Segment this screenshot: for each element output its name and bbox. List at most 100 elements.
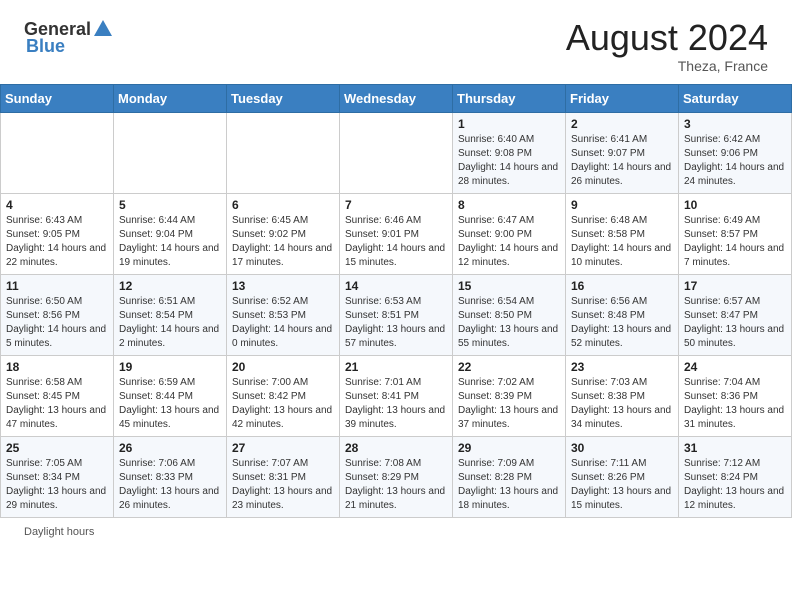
day-info: Sunrise: 6:58 AM Sunset: 8:45 PM Dayligh… — [6, 376, 108, 432]
calendar-cell: 29 Sunrise: 7:09 AM Sunset: 8:28 PM Dayli… — [453, 436, 566, 517]
day-number: 13 — [232, 279, 334, 293]
calendar-cell: 4 Sunrise: 6:43 AM Sunset: 9:05 PM Daylig… — [1, 193, 114, 274]
day-number: 8 — [458, 198, 560, 212]
calendar-cell: 9Sunrise: 6:48 AM Sunset: 8:58 PM Daylig… — [566, 193, 679, 274]
calendar-table: SundayMondayTuesdayWednesdayThursdayFrid… — [0, 84, 792, 518]
calendar-cell: 27Sunrise: 7:07 AM Sunset: 8:31 PM Dayli… — [227, 436, 340, 517]
calendar-cell: 11Sunrise: 6:50 AM Sunset: 8:56 PM Dayli… — [1, 274, 114, 355]
day-info: Sunrise: 7:02 AM Sunset: 8:39 PM Dayligh… — [458, 376, 560, 432]
calendar-day-header-wednesday: Wednesday — [340, 84, 453, 112]
calendar-cell: 12Sunrise: 6:51 AM Sunset: 8:54 PM Dayli… — [114, 274, 227, 355]
day-info: Sunrise: 7:12 AM Sunset: 8:24 PM Dayligh… — [684, 457, 786, 513]
location-subtitle: Theza, France — [566, 58, 768, 74]
calendar-day-header-tuesday: Tuesday — [227, 84, 340, 112]
calendar-cell: 8 Sunrise: 6:47 AM Sunset: 9:00 PM Daylig… — [453, 193, 566, 274]
calendar-cell: 19Sunrise: 6:59 AM Sunset: 8:44 PM Dayli… — [114, 355, 227, 436]
day-info: Sunrise: 7:05 AM Sunset: 8:34 PM Dayligh… — [6, 457, 108, 513]
calendar-cell: 21 Sunrise: 7:01 AM Sunset: 8:41 PM Dayli… — [340, 355, 453, 436]
day-info: Sunrise: 7:08 AM Sunset: 8:29 PM Dayligh… — [345, 457, 447, 513]
day-info: Sunrise: 6:50 AM Sunset: 8:56 PM Dayligh… — [6, 295, 108, 351]
calendar-cell: 7 Sunrise: 6:46 AM Sunset: 9:01 PM Daylig… — [340, 193, 453, 274]
day-number: 16 — [571, 279, 673, 293]
calendar-cell: 26 Sunrise: 7:06 AM Sunset: 8:33 PM Dayli… — [114, 436, 227, 517]
calendar-day-header-thursday: Thursday — [453, 84, 566, 112]
day-number: 19 — [119, 360, 221, 374]
day-number: 7 — [345, 198, 447, 212]
day-number: 23 — [571, 360, 673, 374]
calendar-cell — [1, 112, 114, 193]
day-info: Sunrise: 7:04 AM Sunset: 8:36 PM Dayligh… — [684, 376, 786, 432]
logo-icon — [92, 18, 114, 40]
day-info: Sunrise: 6:52 AM Sunset: 8:53 PM Dayligh… — [232, 295, 334, 351]
day-info: Sunrise: 6:44 AM Sunset: 9:04 PM Dayligh… — [119, 214, 221, 270]
logo: General Blue — [24, 18, 115, 57]
calendar-cell — [114, 112, 227, 193]
calendar-cell: 30 Sunrise: 7:11 AM Sunset: 8:26 PM Dayli… — [566, 436, 679, 517]
day-info: Sunrise: 6:56 AM Sunset: 8:48 PM Dayligh… — [571, 295, 673, 351]
day-number: 27 — [232, 441, 334, 455]
calendar-cell: 5 Sunrise: 6:44 AM Sunset: 9:04 PM Daylig… — [114, 193, 227, 274]
calendar-week-row: 11Sunrise: 6:50 AM Sunset: 8:56 PM Dayli… — [1, 274, 792, 355]
calendar-cell: 22 Sunrise: 7:02 AM Sunset: 8:39 PM Dayli… — [453, 355, 566, 436]
day-number: 21 — [345, 360, 447, 374]
day-number: 22 — [458, 360, 560, 374]
day-number: 3 — [684, 117, 786, 131]
day-info: Sunrise: 7:03 AM Sunset: 8:38 PM Dayligh… — [571, 376, 673, 432]
day-info: Sunrise: 7:09 AM Sunset: 8:28 PM Dayligh… — [458, 457, 560, 513]
calendar-cell: 14Sunrise: 6:53 AM Sunset: 8:51 PM Dayli… — [340, 274, 453, 355]
day-number: 24 — [684, 360, 786, 374]
calendar-cell — [227, 112, 340, 193]
day-info: Sunrise: 7:00 AM Sunset: 8:42 PM Dayligh… — [232, 376, 334, 432]
day-info: Sunrise: 6:45 AM Sunset: 9:02 PM Dayligh… — [232, 214, 334, 270]
day-info: Sunrise: 7:11 AM Sunset: 8:26 PM Dayligh… — [571, 457, 673, 513]
day-info: Sunrise: 7:06 AM Sunset: 8:33 PM Dayligh… — [119, 457, 221, 513]
calendar-cell: 20 Sunrise: 7:00 AM Sunset: 8:42 PM Dayli… — [227, 355, 340, 436]
calendar-cell: 16 Sunrise: 6:56 AM Sunset: 8:48 PM Dayli… — [566, 274, 679, 355]
day-number: 10 — [684, 198, 786, 212]
daylight-hours-label: Daylight hours — [24, 526, 94, 538]
day-info: Sunrise: 6:54 AM Sunset: 8:50 PM Dayligh… — [458, 295, 560, 351]
calendar-cell: 24 Sunrise: 7:04 AM Sunset: 8:36 PM Dayli… — [679, 355, 792, 436]
day-number: 1 — [458, 117, 560, 131]
day-number: 12 — [119, 279, 221, 293]
calendar-day-header-sunday: Sunday — [1, 84, 114, 112]
day-number: 20 — [232, 360, 334, 374]
calendar-day-header-friday: Friday — [566, 84, 679, 112]
day-number: 5 — [119, 198, 221, 212]
day-info: Sunrise: 6:57 AM Sunset: 8:47 PM Dayligh… — [684, 295, 786, 351]
calendar-cell — [340, 112, 453, 193]
day-info: Sunrise: 6:47 AM Sunset: 9:00 PM Dayligh… — [458, 214, 560, 270]
calendar-header-row: SundayMondayTuesdayWednesdayThursdayFrid… — [1, 84, 792, 112]
day-number: 18 — [6, 360, 108, 374]
day-number: 26 — [119, 441, 221, 455]
day-info: Sunrise: 6:41 AM Sunset: 9:07 PM Dayligh… — [571, 133, 673, 189]
day-number: 29 — [458, 441, 560, 455]
calendar-cell: 31 Sunrise: 7:12 AM Sunset: 8:24 PM Dayli… — [679, 436, 792, 517]
day-number: 17 — [684, 279, 786, 293]
calendar-day-header-saturday: Saturday — [679, 84, 792, 112]
day-number: 30 — [571, 441, 673, 455]
day-number: 14 — [345, 279, 447, 293]
calendar-cell: 23 Sunrise: 7:03 AM Sunset: 8:38 PM Dayli… — [566, 355, 679, 436]
calendar-cell: 18 Sunrise: 6:58 AM Sunset: 8:45 PM Dayli… — [1, 355, 114, 436]
day-info: Sunrise: 6:42 AM Sunset: 9:06 PM Dayligh… — [684, 133, 786, 189]
calendar-week-row: 4 Sunrise: 6:43 AM Sunset: 9:05 PM Daylig… — [1, 193, 792, 274]
title-block: August 2024 Theza, France — [566, 18, 768, 74]
calendar-day-header-monday: Monday — [114, 84, 227, 112]
day-number: 2 — [571, 117, 673, 131]
day-number: 31 — [684, 441, 786, 455]
day-info: Sunrise: 6:43 AM Sunset: 9:05 PM Dayligh… — [6, 214, 108, 270]
day-number: 4 — [6, 198, 108, 212]
logo-blue-text: Blue — [26, 36, 65, 57]
calendar-week-row: 18 Sunrise: 6:58 AM Sunset: 8:45 PM Dayli… — [1, 355, 792, 436]
calendar-cell: 2 Sunrise: 6:41 AM Sunset: 9:07 PM Daylig… — [566, 112, 679, 193]
day-info: Sunrise: 6:46 AM Sunset: 9:01 PM Dayligh… — [345, 214, 447, 270]
page-header: General Blue August 2024 Theza, France — [0, 0, 792, 84]
calendar-cell: 10Sunrise: 6:49 AM Sunset: 8:57 PM Dayli… — [679, 193, 792, 274]
day-info: Sunrise: 7:01 AM Sunset: 8:41 PM Dayligh… — [345, 376, 447, 432]
calendar-week-row: 1Sunrise: 6:40 AM Sunset: 9:08 PM Daylig… — [1, 112, 792, 193]
day-number: 25 — [6, 441, 108, 455]
calendar-cell: 1Sunrise: 6:40 AM Sunset: 9:08 PM Daylig… — [453, 112, 566, 193]
calendar-cell: 6Sunrise: 6:45 AM Sunset: 9:02 PM Daylig… — [227, 193, 340, 274]
calendar-cell: 17 Sunrise: 6:57 AM Sunset: 8:47 PM Dayli… — [679, 274, 792, 355]
